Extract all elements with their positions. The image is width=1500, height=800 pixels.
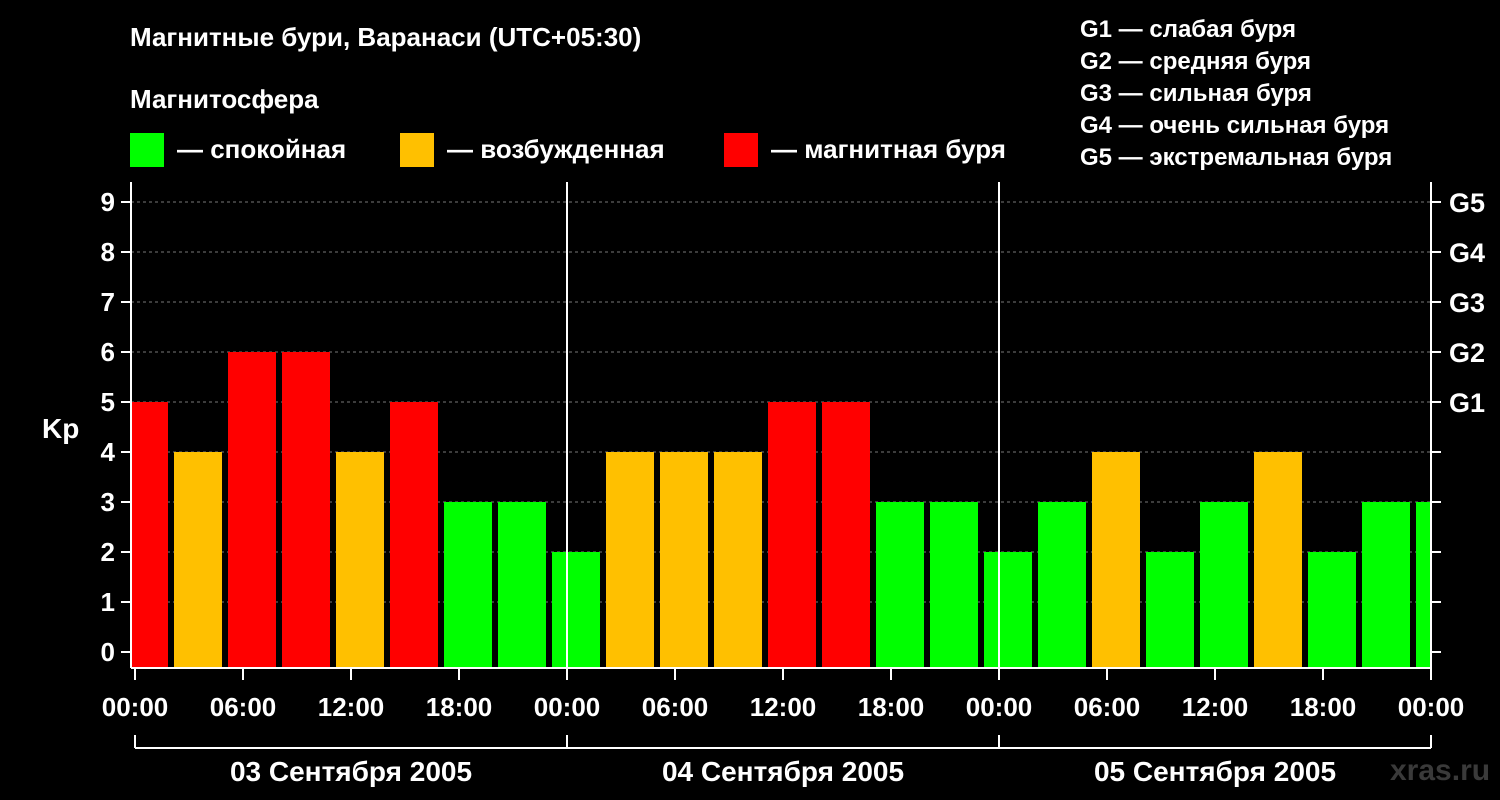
kp-bar (282, 352, 330, 668)
x-tick-label: 00:00 (966, 692, 1033, 722)
y-tick-label: 6 (101, 337, 115, 367)
x-tick-label: 00:00 (1398, 692, 1465, 722)
kp-bar (1092, 452, 1140, 668)
kp-bar (984, 552, 1032, 668)
kp-bar (552, 552, 600, 668)
x-tick-label: 12:00 (1182, 692, 1249, 722)
kp-bar (390, 402, 438, 668)
watermark: xras.ru (1390, 754, 1491, 787)
kp-bar-chart: 0 1 2 3 4 5 6 7 8 9 G1 G2 G3 G4 G5 Kp 00:00 06:00 12:00 18:… (42, 182, 1485, 787)
x-tick-label: 00:00 (534, 692, 601, 722)
g-tick-label: G1 (1449, 388, 1485, 418)
date-label: 05 Сентября 2005 (1094, 756, 1336, 787)
y-axis-label: Kp (42, 413, 79, 444)
kp-bar (1254, 452, 1302, 668)
kp-bar (1362, 502, 1410, 668)
y-tick-label: 7 (101, 287, 115, 317)
kp-bar (444, 502, 492, 668)
kp-bar (606, 452, 654, 668)
x-tick-label: 00:00 (102, 692, 169, 722)
x-tick-label: 18:00 (858, 692, 925, 722)
g-tick-label: G5 (1449, 188, 1485, 218)
g-tick-label: G2 (1449, 338, 1485, 368)
x-tick-label: 12:00 (318, 692, 385, 722)
kp-bar (131, 402, 168, 668)
y-tick-label: 0 (101, 637, 115, 667)
kp-bar (1146, 552, 1194, 668)
kp-bar (1038, 502, 1086, 668)
y-tick-label: 2 (101, 537, 115, 567)
kp-bar (768, 402, 816, 668)
kp-bar (714, 452, 762, 668)
x-tick-label: 06:00 (210, 692, 277, 722)
kp-bar (228, 352, 276, 668)
kp-bar (1308, 552, 1356, 668)
y-tick-label: 9 (101, 187, 115, 217)
y-tick-label: 5 (101, 387, 115, 417)
kp-bar (822, 402, 870, 668)
y-tick-label: 4 (101, 437, 116, 467)
kp-bar (876, 502, 924, 668)
x-tick-label: 18:00 (1290, 692, 1357, 722)
x-tick-label: 06:00 (1074, 692, 1141, 722)
y-tick-label: 8 (101, 237, 115, 267)
kp-bar (660, 452, 708, 668)
kp-bar (930, 502, 978, 668)
kp-bar (1416, 502, 1431, 668)
kp-bar (1200, 502, 1248, 668)
kp-bar (174, 452, 222, 668)
y-tick-label: 1 (101, 587, 115, 617)
kp-bar (498, 502, 546, 668)
g-tick-label: G4 (1449, 238, 1485, 268)
y-tick-label: 3 (101, 487, 115, 517)
x-tick-label: 18:00 (426, 692, 493, 722)
date-label: 03 Сентября 2005 (230, 756, 472, 787)
x-tick-label: 06:00 (642, 692, 709, 722)
kp-bar (336, 452, 384, 668)
date-label: 04 Сентября 2005 (662, 756, 904, 787)
g-tick-label: G3 (1449, 288, 1485, 318)
x-tick-label: 12:00 (750, 692, 817, 722)
